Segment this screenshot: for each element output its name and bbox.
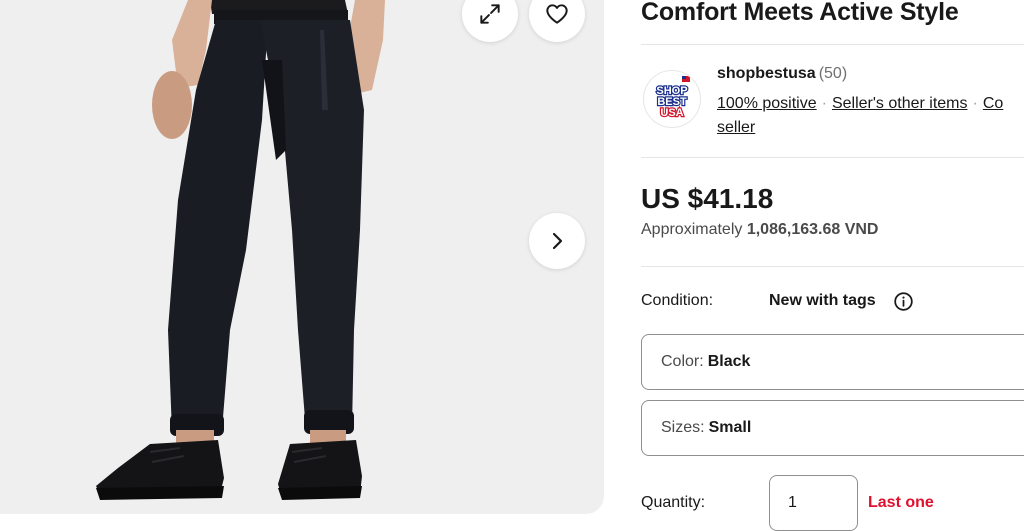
seller-links: 100% positive · Seller's other items · Co sel… bbox=[717, 92, 1024, 140]
divider bbox=[641, 266, 1024, 267]
positive-feedback-link[interactable]: 100% positive bbox=[717, 95, 817, 112]
condition-label: Condition: bbox=[641, 292, 714, 309]
color-select-value: Black bbox=[707, 353, 751, 370]
size-select-value: Small bbox=[708, 419, 752, 436]
divider bbox=[641, 157, 1024, 158]
approx-label: Approximately bbox=[641, 221, 743, 238]
contact-seller-link[interactable]: Co bbox=[983, 95, 1003, 112]
seller-other-items-link[interactable]: Seller's other items bbox=[832, 95, 968, 112]
chevron-right-icon bbox=[552, 232, 563, 250]
size-select[interactable]: Sizes: Small bbox=[641, 400, 1024, 456]
color-select-label: Color: bbox=[661, 353, 704, 370]
info-circle-icon[interactable] bbox=[893, 291, 914, 312]
seller-logo[interactable]: SHOP BEST USA bbox=[643, 70, 701, 128]
divider bbox=[641, 44, 1024, 45]
seller-feedback-count: (50) bbox=[818, 65, 848, 82]
next-image-button[interactable] bbox=[529, 213, 585, 269]
quantity-label: Quantity: bbox=[641, 494, 706, 511]
condition-value: New with tags bbox=[769, 292, 876, 309]
product-title: Comfort Meets Active Style bbox=[641, 0, 959, 26]
size-select-label: Sizes: bbox=[661, 419, 705, 436]
product-image[interactable] bbox=[0, 0, 604, 514]
quantity-input[interactable] bbox=[769, 475, 858, 531]
approx-value: 1,086,163.68 VND bbox=[746, 221, 879, 238]
separator-dot: · bbox=[821, 95, 827, 112]
item-price: US $41.18 bbox=[641, 183, 774, 214]
seller-info: shopbestusa (50) bbox=[717, 65, 847, 83]
expand-arrows-icon bbox=[480, 4, 500, 24]
contact-seller-link-cont[interactable]: seller bbox=[717, 119, 755, 136]
color-select[interactable]: Color: Black bbox=[641, 334, 1024, 390]
availability-status: Last one bbox=[868, 494, 934, 511]
image-gallery bbox=[0, 0, 604, 514]
svg-text:USA: USA bbox=[660, 107, 683, 119]
separator-dot: · bbox=[972, 95, 978, 112]
shopbestusa-logo: SHOP BEST USA bbox=[645, 72, 699, 126]
seller-name-link[interactable]: shopbestusa bbox=[717, 65, 816, 82]
heart-outline-icon bbox=[546, 4, 568, 24]
converted-price: Approximately 1,086,163.68 VND bbox=[641, 221, 878, 239]
